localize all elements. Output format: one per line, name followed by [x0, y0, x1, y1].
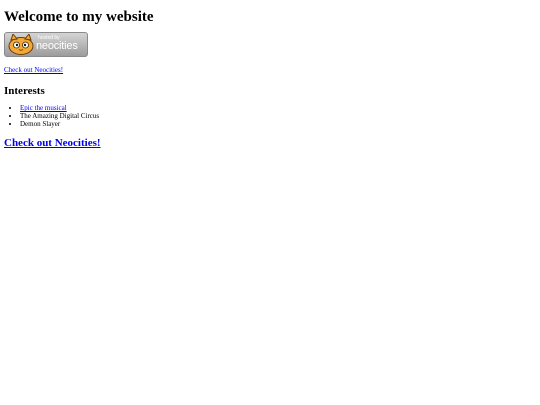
interests-list: Epic the musical The Amazing Digital Cir… — [4, 104, 534, 128]
interests-heading: Interests — [4, 85, 45, 97]
list-item: The Amazing Digital Circus — [20, 112, 534, 120]
badge-neocities-text: neocities — [36, 40, 78, 52]
interest-label: Demon Slayer — [20, 120, 61, 128]
page-content: Welcome to my website hosted by neocitie… — [4, 0, 534, 151]
interest-label: The Amazing Digital Circus — [20, 112, 100, 120]
interest-link-epic[interactable]: Epic the musical — [20, 104, 67, 112]
check-out-neocities-small-link[interactable]: Check out Neocities! — [4, 66, 63, 74]
check-out-neocities-big-link[interactable]: Check out Neocities! — [4, 137, 101, 149]
list-item: Demon Slayer — [20, 120, 534, 128]
hosted-by-neocities-badge[interactable]: hosted by neocities — [4, 32, 88, 57]
neocities-cat-icon — [8, 34, 34, 55]
page-title: Welcome to my website — [4, 9, 154, 25]
list-item: Epic the musical — [20, 104, 534, 112]
